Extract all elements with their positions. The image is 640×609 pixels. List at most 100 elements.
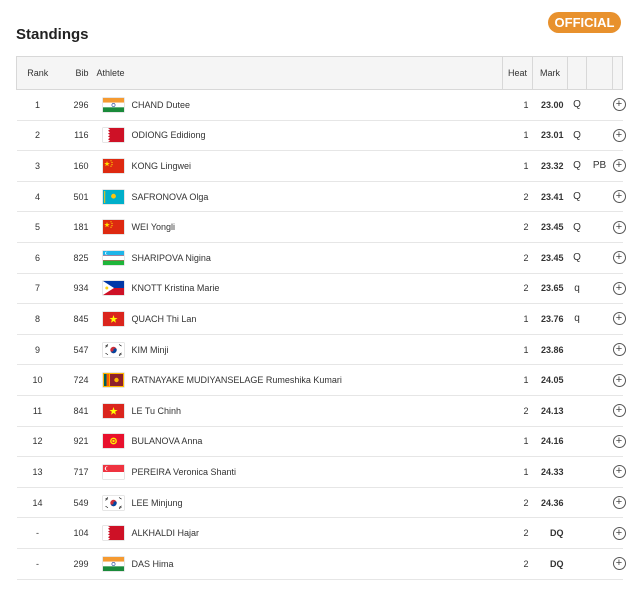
athlete-name[interactable]: SAFRONOVA Olga bbox=[132, 192, 209, 202]
expand-plus-icon[interactable]: + bbox=[612, 465, 626, 479]
bib-cell: 299 bbox=[58, 548, 91, 580]
country-flag-icon bbox=[102, 556, 124, 571]
note-cell bbox=[586, 456, 613, 488]
country-flag-icon bbox=[102, 464, 124, 479]
athlete-name[interactable]: KNOTT Kristina Marie bbox=[132, 283, 220, 293]
expand-plus-icon[interactable]: + bbox=[612, 343, 626, 357]
athlete-cell: DAS Hima bbox=[96, 548, 503, 580]
expand-cell: + bbox=[612, 273, 626, 305]
athlete-name[interactable]: KIM Minji bbox=[132, 345, 169, 355]
athlete-name[interactable]: PEREIRA Veronica Shanti bbox=[132, 467, 237, 477]
expand-cell: + bbox=[612, 120, 626, 152]
athlete-name[interactable]: CHAND Dutee bbox=[132, 100, 191, 110]
expand-cell: + bbox=[612, 364, 626, 396]
athlete-name[interactable]: QUACH Thi Lan bbox=[132, 314, 197, 324]
note-cell bbox=[586, 334, 613, 366]
expand-cell: + bbox=[612, 487, 626, 519]
qualification-cell bbox=[567, 487, 587, 519]
heat-cell: 2 bbox=[502, 548, 533, 580]
heat-cell: 1 bbox=[502, 364, 533, 396]
athlete-cell: ODIONG Edidiong bbox=[96, 120, 503, 152]
athlete-name[interactable]: BULANOVA Anna bbox=[132, 436, 203, 446]
country-flag-icon bbox=[102, 281, 124, 296]
expand-plus-icon[interactable]: + bbox=[612, 251, 626, 265]
table-row: 1 296 CHAND Dutee 1 23.00 Q + bbox=[16, 89, 626, 121]
expand-plus-icon[interactable]: + bbox=[612, 557, 626, 571]
rank-cell: 8 bbox=[16, 303, 59, 335]
expand-plus-icon[interactable]: + bbox=[612, 128, 626, 142]
mark-cell: 23.41 bbox=[532, 181, 568, 213]
heat-cell: 1 bbox=[502, 120, 533, 152]
athlete-name[interactable]: DAS Hima bbox=[132, 559, 174, 569]
expand-plus-icon[interactable]: + bbox=[612, 190, 626, 204]
expand-plus-icon[interactable]: + bbox=[612, 281, 626, 295]
table-row: 3 160 KONG Lingwei 1 23.32 Q PB + bbox=[16, 150, 626, 182]
status-badge: OFFICIAL bbox=[548, 12, 621, 33]
expand-plus-icon[interactable]: + bbox=[612, 526, 626, 540]
expand-plus-icon[interactable]: + bbox=[612, 496, 626, 510]
athlete-name[interactable]: RATNAYAKE MUDIYANSELAGE Rumeshika Kumari bbox=[132, 375, 342, 385]
rank-cell: 4 bbox=[16, 181, 59, 213]
expand-cell: + bbox=[612, 395, 626, 427]
athlete-name[interactable]: ALKHALDI Hajar bbox=[132, 528, 200, 538]
qualification-column-header bbox=[567, 56, 587, 90]
rank-cell: 7 bbox=[16, 273, 59, 305]
note-cell bbox=[586, 89, 613, 121]
qualification-cell bbox=[567, 548, 587, 580]
expand-plus-icon[interactable]: + bbox=[612, 434, 626, 448]
bib-cell: 841 bbox=[58, 395, 91, 427]
bib-cell: 934 bbox=[58, 273, 91, 305]
bib-cell: 104 bbox=[58, 517, 91, 549]
note-cell bbox=[586, 487, 613, 519]
athlete-name[interactable]: WEI Yongli bbox=[132, 222, 176, 232]
athlete-name[interactable]: LEE Minjung bbox=[132, 498, 183, 508]
athlete-cell: BULANOVA Anna bbox=[96, 426, 503, 458]
mark-cell: 24.16 bbox=[532, 426, 568, 458]
bib-cell: 160 bbox=[58, 150, 91, 182]
athlete-cell: KONG Lingwei bbox=[96, 150, 503, 182]
expand-cell: + bbox=[612, 150, 626, 182]
expand-cell: + bbox=[612, 242, 626, 274]
mark-cell: 23.00 bbox=[532, 89, 568, 121]
bib-cell: 845 bbox=[58, 303, 91, 335]
heat-cell: 2 bbox=[502, 242, 533, 274]
rank-cell: 1 bbox=[16, 89, 59, 121]
expand-plus-icon[interactable]: + bbox=[612, 312, 626, 326]
country-flag-icon bbox=[102, 250, 124, 265]
athlete-name[interactable]: ODIONG Edidiong bbox=[132, 130, 206, 140]
country-flag-icon bbox=[102, 128, 124, 143]
bib-cell: 717 bbox=[58, 456, 91, 488]
expand-cell: + bbox=[612, 426, 626, 458]
athlete-cell: LEE Minjung bbox=[96, 487, 503, 519]
qualification-cell: Q bbox=[567, 181, 587, 213]
heat-column-header: Heat bbox=[502, 56, 533, 90]
country-flag-icon bbox=[102, 342, 124, 357]
mark-cell: 23.45 bbox=[532, 242, 568, 274]
athlete-cell: QUACH Thi Lan bbox=[96, 303, 503, 335]
heat-cell: 1 bbox=[502, 334, 533, 366]
country-flag-icon bbox=[102, 526, 124, 541]
qualification-cell bbox=[567, 426, 587, 458]
expand-cell: + bbox=[612, 517, 626, 549]
expand-plus-icon[interactable]: + bbox=[612, 98, 626, 112]
mark-column-header: Mark bbox=[532, 56, 568, 90]
note-cell bbox=[586, 211, 613, 243]
athlete-name[interactable]: LE Tu Chinh bbox=[132, 406, 182, 416]
heat-cell: 2 bbox=[502, 273, 533, 305]
expand-cell: + bbox=[612, 334, 626, 366]
mark-cell: DQ bbox=[532, 517, 568, 549]
rank-cell: 5 bbox=[16, 211, 59, 243]
bib-cell: 547 bbox=[58, 334, 91, 366]
expand-plus-icon[interactable]: + bbox=[612, 373, 626, 387]
mark-cell: DQ bbox=[532, 548, 568, 580]
expand-plus-icon[interactable]: + bbox=[612, 220, 626, 234]
expand-plus-icon[interactable]: + bbox=[612, 404, 626, 418]
athlete-cell: LE Tu Chinh bbox=[96, 395, 503, 427]
athlete-cell: SAFRONOVA Olga bbox=[96, 181, 503, 213]
note-cell bbox=[586, 548, 613, 580]
mark-cell: 23.45 bbox=[532, 211, 568, 243]
athlete-name[interactable]: KONG Lingwei bbox=[132, 161, 192, 171]
athlete-name[interactable]: SHARIPOVA Nigina bbox=[132, 253, 211, 263]
note-cell bbox=[586, 181, 613, 213]
expand-plus-icon[interactable]: + bbox=[612, 159, 626, 173]
